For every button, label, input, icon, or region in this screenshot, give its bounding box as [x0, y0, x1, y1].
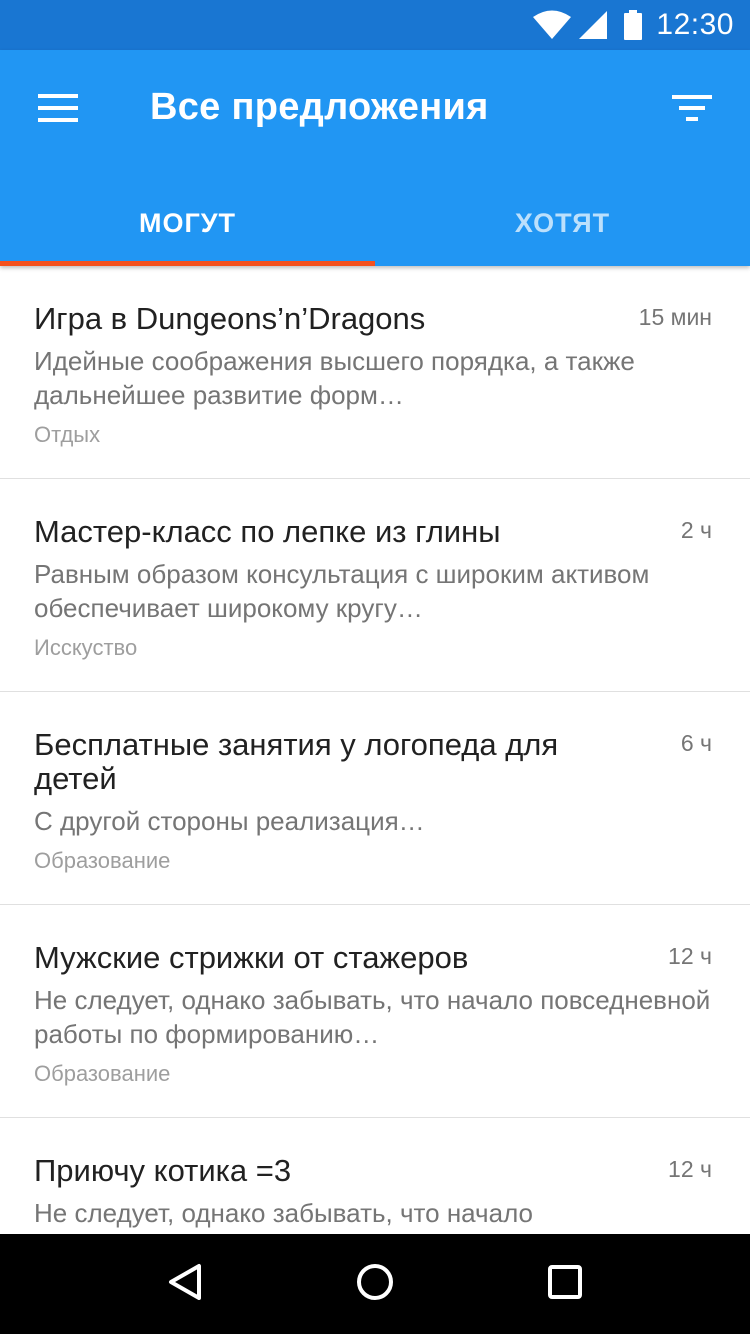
item-description: Не следует, однако забывать, что начало … — [34, 985, 711, 1049]
item-title: Бесплатные занятия у логопеда для детей — [34, 727, 559, 796]
offers-list: Игра в Dungeons’n’Dragons 15 мин Идейные… — [0, 266, 750, 1234]
item-category: Исскуство — [34, 635, 138, 660]
hamburger-menu-icon — [38, 93, 78, 127]
item-description: С другой стороны реализация… — [34, 806, 425, 836]
item-description: Идейные соображения высшего порядка, а т… — [34, 346, 635, 410]
list-item[interactable]: Приючу котика =3 12 ч Не следует, однако… — [0, 1118, 750, 1234]
filter-icon — [672, 94, 712, 126]
item-time: 12 ч — [668, 1156, 712, 1182]
list-item[interactable]: Мужские стрижки от стажеров 12 ч Не след… — [0, 905, 750, 1118]
wifi-icon — [532, 10, 572, 40]
list-item[interactable]: Мастер-класс по лепке из глины 2 ч Равны… — [0, 479, 750, 692]
tab-hotyat[interactable]: ХОТЯТ — [375, 180, 750, 266]
recents-icon — [548, 1265, 582, 1303]
battery-icon — [624, 10, 643, 40]
tab-bar: МОГУТ ХОТЯТ — [0, 180, 750, 266]
item-category: Образование — [34, 848, 171, 873]
item-time: 15 мин — [638, 304, 712, 330]
page-title: Все предложения — [150, 86, 489, 128]
list-item[interactable]: Игра в Dungeons’n’Dragons 15 мин Идейные… — [0, 266, 750, 479]
item-time: 6 ч — [680, 730, 712, 756]
signal-icon — [578, 10, 608, 40]
home-icon — [356, 1263, 394, 1305]
home-button[interactable] — [335, 1244, 415, 1324]
app-bar: Все предложения МОГУТ ХОТЯТ — [0, 50, 750, 266]
item-title: Мастер-класс по лепке из глины — [34, 514, 501, 549]
status-bar: 12:30 — [0, 0, 750, 50]
menu-button[interactable] — [28, 80, 88, 140]
status-icons: 12:30 — [532, 0, 734, 50]
status-time: 12:30 — [656, 8, 734, 41]
item-time: 12 ч — [668, 943, 712, 969]
item-title: Игра в Dungeons’n’Dragons — [34, 301, 426, 336]
back-button[interactable] — [145, 1244, 225, 1324]
list-item[interactable]: Бесплатные занятия у логопеда для детей … — [0, 692, 750, 905]
back-icon — [168, 1263, 202, 1305]
item-description: Не следует, однако забывать, что начало — [34, 1198, 533, 1228]
tab-mogut[interactable]: МОГУТ — [0, 180, 375, 266]
recents-button[interactable] — [525, 1244, 605, 1324]
filter-button[interactable] — [662, 80, 722, 140]
item-time: 2 ч — [680, 517, 712, 543]
item-title: Мужские стрижки от стажеров — [34, 940, 469, 975]
item-title: Приючу котика =3 — [34, 1153, 292, 1188]
item-description: Равным образом консультация с широким ак… — [34, 559, 650, 623]
navigation-bar — [0, 1234, 750, 1334]
item-category: Образование — [34, 1061, 171, 1086]
item-category: Отдых — [34, 422, 101, 447]
